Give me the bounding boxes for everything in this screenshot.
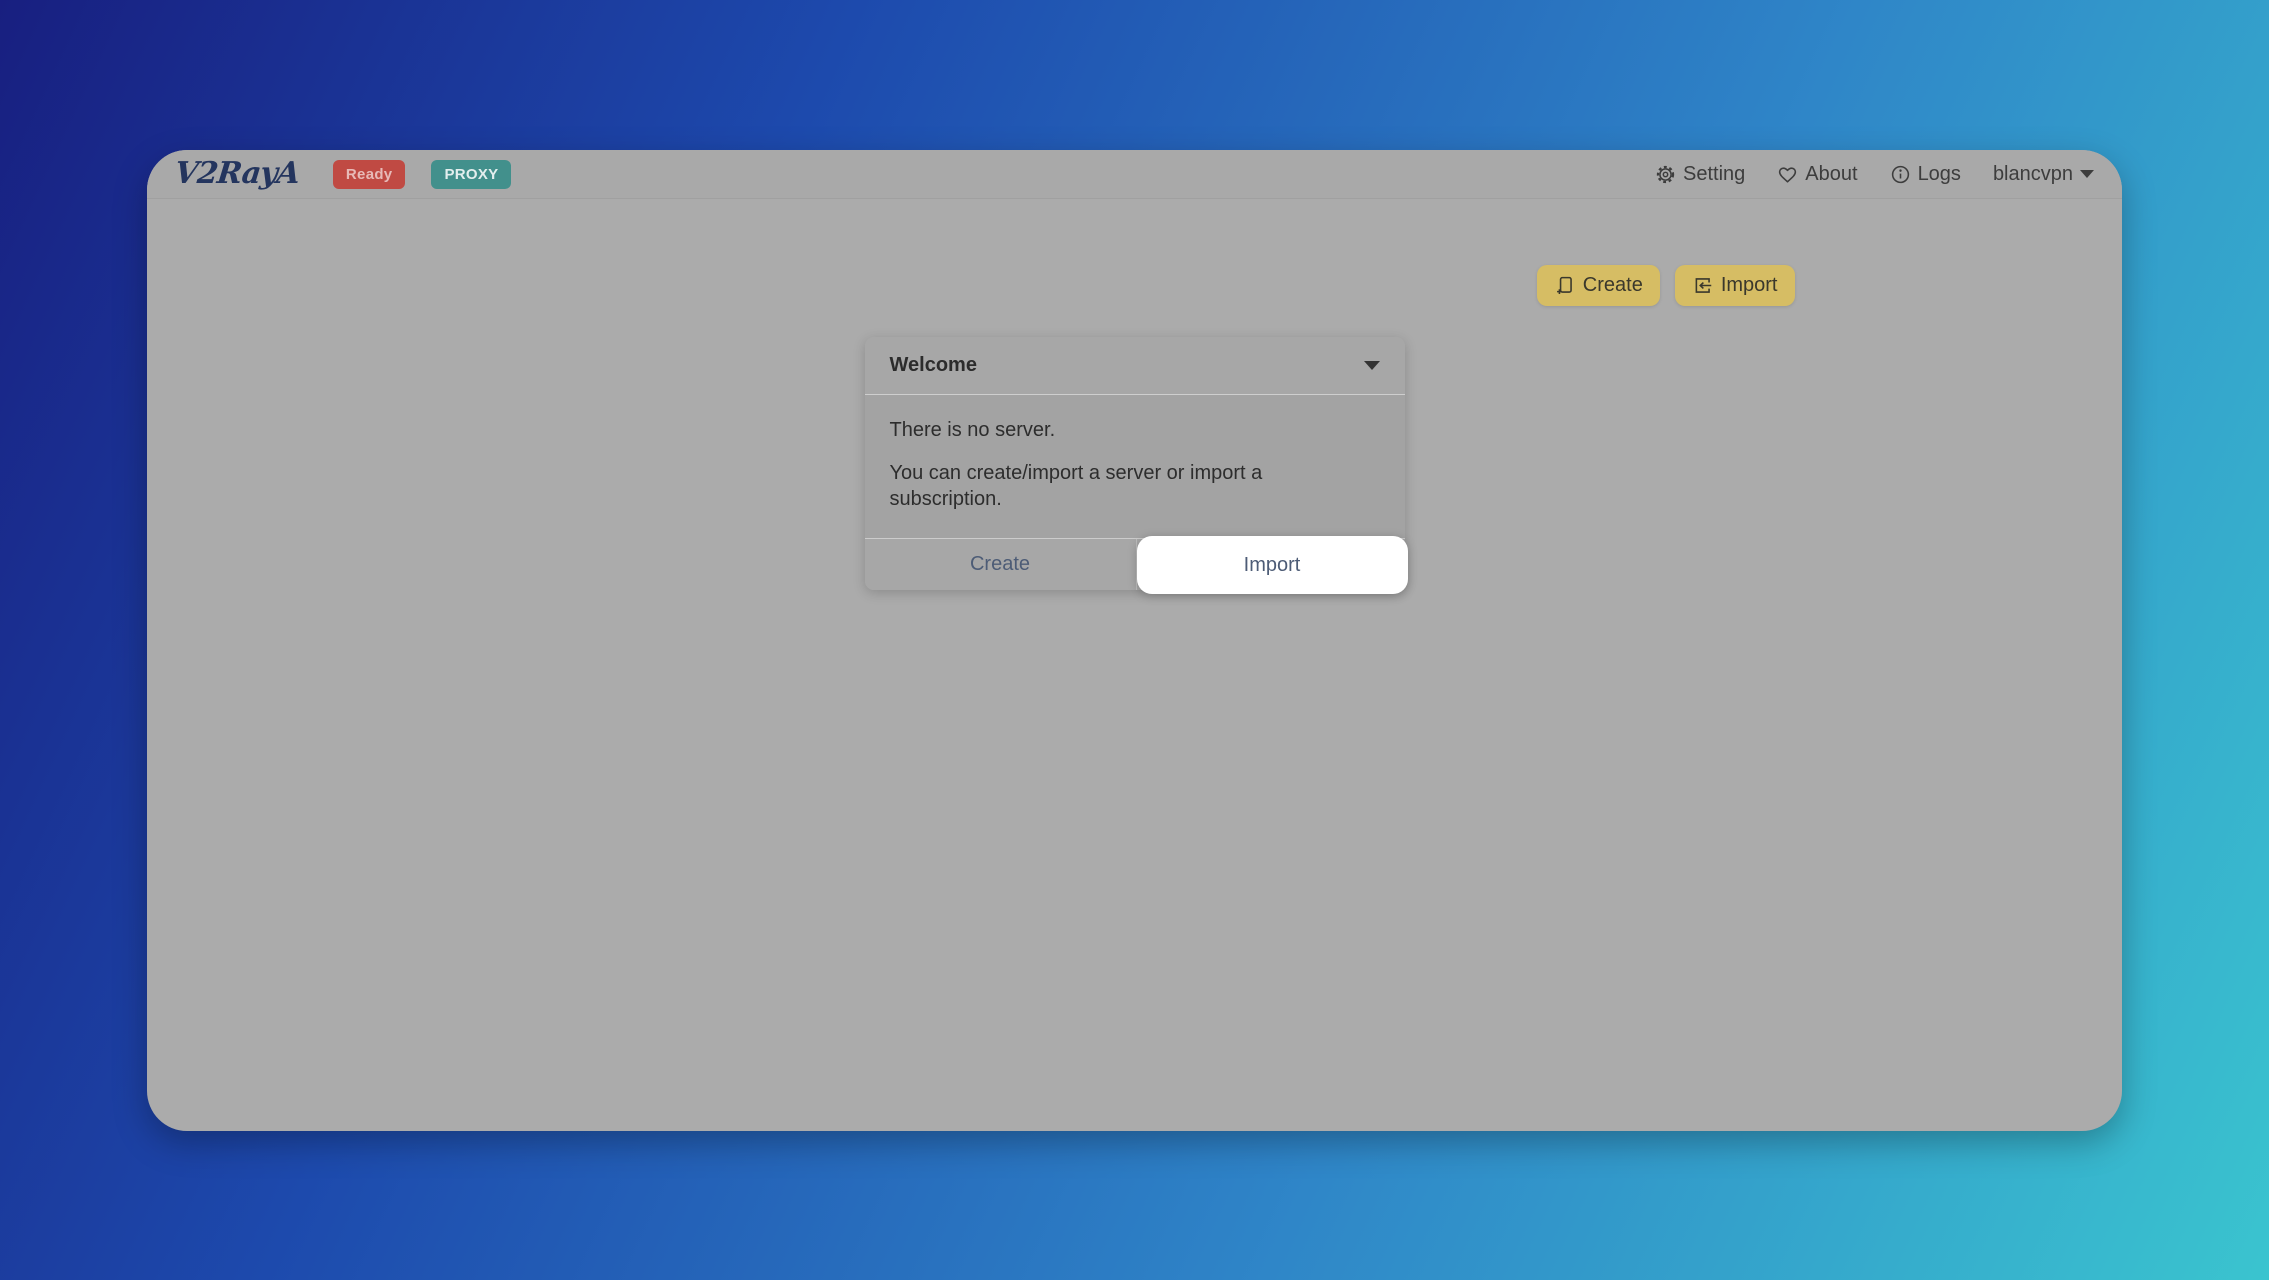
import-server-button[interactable]: Import	[1675, 265, 1795, 306]
caret-down-icon	[2080, 170, 2094, 178]
content-container: Create Import Welcome	[475, 265, 1795, 590]
gear-icon	[1655, 164, 1676, 185]
create-server-button[interactable]: Create	[1537, 265, 1660, 306]
nav-item-label: About	[1805, 163, 1857, 186]
welcome-panel: Welcome There is no server. You can crea…	[865, 337, 1405, 590]
welcome-panel-footer: Create Import	[865, 539, 1405, 590]
box-arrow-in-icon	[1692, 275, 1713, 296]
main-card: V2RayA Ready PROXY Setting	[147, 150, 2122, 1131]
welcome-panel-body: There is no server. You can create/impor…	[865, 395, 1405, 539]
top-navbar: V2RayA Ready PROXY Setting	[147, 150, 2122, 199]
welcome-panel-header[interactable]: Welcome	[865, 337, 1405, 395]
page-background: V2RayA Ready PROXY Setting	[0, 0, 2269, 1280]
user-menu[interactable]: blancvpn	[1993, 163, 2094, 186]
import-server-label: Import	[1721, 274, 1778, 297]
nav-item-setting[interactable]: Setting	[1655, 163, 1745, 186]
nav-item-label: Logs	[1918, 163, 1961, 186]
file-plus-icon	[1554, 275, 1575, 296]
welcome-title: Welcome	[890, 354, 977, 377]
welcome-import-button[interactable]: Import	[1137, 536, 1408, 594]
navbar-right: Setting About	[1655, 163, 2094, 186]
nav-item-logs[interactable]: Logs	[1890, 163, 1961, 186]
no-server-message: There is no server.	[890, 417, 1380, 443]
collapse-caret-icon[interactable]	[1364, 361, 1380, 370]
welcome-create-button[interactable]: Create	[865, 539, 1137, 590]
status-badge[interactable]: Ready	[333, 160, 406, 189]
server-toolbar: Create Import	[475, 265, 1795, 306]
nav-item-label: Setting	[1683, 163, 1745, 186]
create-server-label: Create	[1583, 274, 1643, 297]
hint-message: You can create/import a server or import…	[890, 460, 1380, 512]
info-icon	[1890, 164, 1911, 185]
nav-item-about[interactable]: About	[1777, 163, 1857, 186]
proxy-mode-badge[interactable]: PROXY	[431, 160, 511, 189]
app-logo: V2RayA	[173, 159, 300, 189]
user-menu-label: blancvpn	[1993, 163, 2073, 186]
heart-icon	[1777, 164, 1798, 185]
